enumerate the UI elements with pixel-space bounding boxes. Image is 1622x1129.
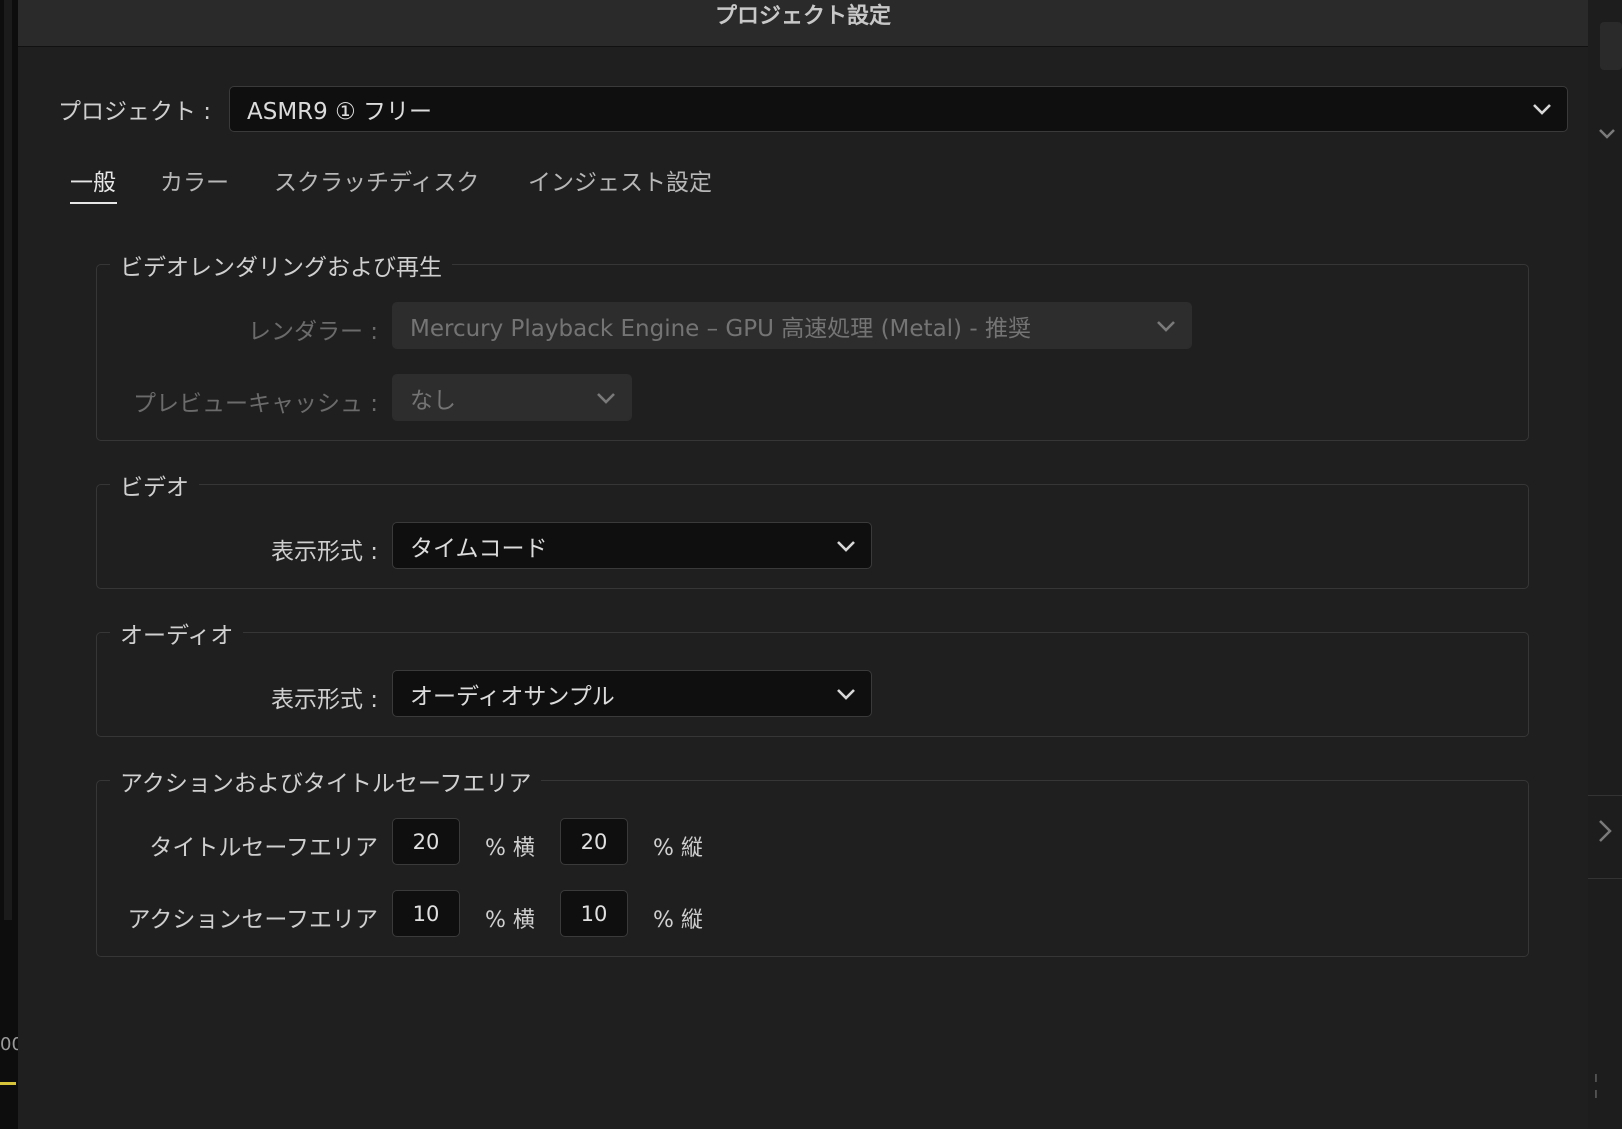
title-safe-vertical-input[interactable]: 20 [560, 818, 628, 865]
background-tick-marks: ı ı [1594, 1070, 1606, 1102]
action-safe-vertical-unit: % 縦 [653, 908, 703, 933]
tab-color[interactable]: カラー [160, 163, 229, 197]
renderer-label: レンダラー : [247, 319, 378, 345]
audio-group-title: オーディオ [110, 616, 244, 650]
project-select-value: ASMR9 ① フリー [247, 99, 433, 125]
title-safe-vertical-unit: % 縦 [653, 836, 703, 861]
safe-areas-group-title: アクションおよびタイトルセーフエリア [110, 764, 542, 798]
tab-scratch-disks[interactable]: スクラッチディスク [274, 163, 479, 197]
background-panel-button [1600, 22, 1622, 70]
chevron-down-icon [1157, 320, 1175, 332]
background-app-right-panel: ı ı [1588, 0, 1622, 1129]
video-display-format-select[interactable]: タイムコード [392, 522, 872, 569]
dialog-titlebar[interactable]: プロジェクト設定 [18, 0, 1588, 47]
action-safe-horizontal-input[interactable]: 10 [392, 890, 460, 937]
video-display-format-value: タイムコード [410, 535, 548, 562]
background-app-left-panel: 00 [0, 0, 23, 1129]
background-divider [1588, 795, 1622, 796]
project-settings-dialog: プロジェクト設定 プロジェクト : ASMR9 ① フリー 一般 カラー スクラ… [18, 0, 1588, 1129]
background-divider [1588, 878, 1622, 879]
preview-cache-label: プレビューキャッシュ : [132, 391, 378, 417]
background-playhead-marker [0, 1082, 16, 1085]
audio-display-format-label: 表示形式 : [270, 687, 378, 713]
renderer-select: Mercury Playback Engine – GPU 高速処理 (Meta… [392, 302, 1192, 349]
chevron-down-icon [1599, 129, 1615, 139]
action-safe-horizontal-unit: % 横 [485, 908, 535, 933]
action-safe-label: アクションセーフエリア [127, 907, 378, 933]
video-display-format-label: 表示形式 : [270, 539, 378, 565]
chevron-down-icon [837, 540, 855, 552]
tab-general[interactable]: 一般 [70, 163, 116, 197]
active-tab-indicator [70, 202, 117, 204]
rendering-group-title: ビデオレンダリングおよび再生 [110, 248, 452, 282]
title-safe-label: タイトルセーフエリア [149, 835, 378, 861]
title-safe-horizontal-unit: % 横 [485, 836, 535, 861]
title-safe-horizontal-input[interactable]: 20 [392, 818, 460, 865]
project-label: プロジェクト : [58, 99, 212, 125]
chevron-down-icon [1533, 104, 1551, 115]
audio-display-format-select[interactable]: オーディオサンプル [392, 670, 872, 717]
background-panel-strip [4, 0, 12, 920]
audio-display-format-value: オーディオサンプル [410, 683, 615, 710]
chevron-right-icon [1599, 820, 1612, 842]
video-group-title: ビデオ [110, 468, 199, 502]
preview-cache-select-value: なし [410, 387, 456, 414]
chevron-down-icon [597, 392, 615, 404]
tab-ingest-settings[interactable]: インジェスト設定 [528, 163, 712, 197]
dialog-title: プロジェクト設定 [714, 4, 891, 29]
preview-cache-select: なし [392, 374, 632, 421]
chevron-down-icon [837, 688, 855, 700]
renderer-select-value: Mercury Playback Engine – GPU 高速処理 (Meta… [410, 315, 1031, 342]
action-safe-vertical-input[interactable]: 10 [560, 890, 628, 937]
project-select[interactable]: ASMR9 ① フリー [229, 86, 1568, 132]
